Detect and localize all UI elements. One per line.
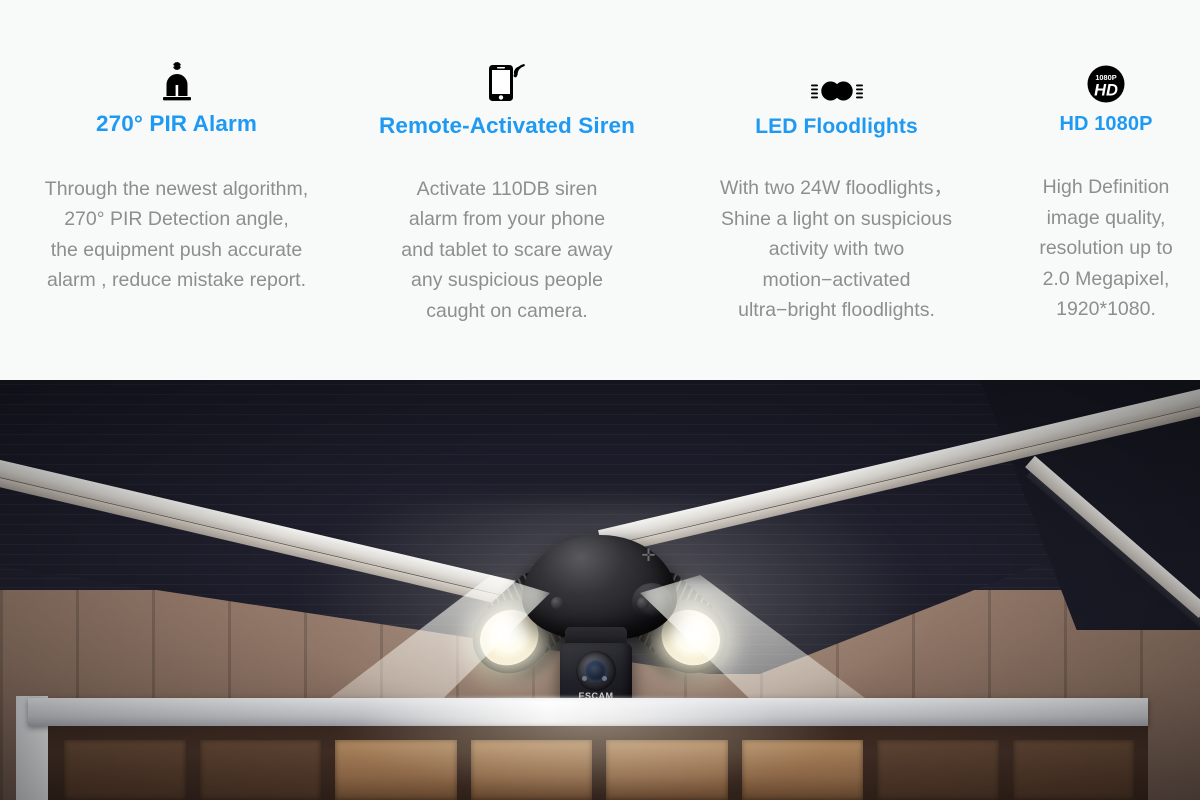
door-light-spill: [330, 710, 850, 800]
feature-title: 270° PIR Alarm: [96, 111, 257, 136]
feature-description: Through the newest algorithm, 270° PIR D…: [0, 174, 353, 296]
pivot-bolt-left: [551, 597, 563, 609]
door-pane: [199, 740, 321, 800]
feature-description: High Definition image quality, resolutio…: [1012, 172, 1200, 325]
feature-strip: 270° PIR Alarm Through the newest algori…: [0, 0, 1200, 380]
dual-floodlight-icon: [661, 55, 1012, 103]
feature-card-pir-alarm: 270° PIR Alarm Through the newest algori…: [0, 0, 353, 380]
feature-line: caught on camera.: [426, 299, 588, 322]
feature-line: activity with two: [768, 238, 905, 260]
ir-led: [602, 676, 607, 681]
pivot-bolt-right: [637, 597, 649, 609]
feature-line: the equipment push accurate: [50, 238, 303, 261]
feature-line: Shine a light on suspicious: [721, 207, 952, 230]
hd-1080p-badge-icon: 1080P HD: [1012, 55, 1200, 103]
ir-led: [582, 676, 587, 681]
door-pane: [1012, 740, 1134, 800]
feature-line: motion−activated: [762, 268, 911, 291]
siren-alarm-icon: [0, 55, 353, 103]
feature-title: LED Floodlights: [755, 115, 918, 138]
feature-line: any suspicious people: [411, 269, 603, 291]
feature-line: Through the newest algorithm,: [44, 177, 309, 200]
device-main-housing: ✛: [522, 535, 677, 640]
mount-screw-icon: ✛: [641, 546, 656, 565]
feature-line: High Definition: [1042, 176, 1170, 198]
feature-description: Activate 110DB siren alarm from your pho…: [353, 174, 661, 327]
feature-line: 270° PIR Detection angle,: [64, 208, 289, 230]
feature-description: With two 24W floodlights， Shine a light …: [661, 173, 1012, 326]
feature-card-hd-1080p: 1080P HD HD 1080P High Definition image …: [1012, 0, 1200, 380]
feature-line: alarm from your phone: [408, 208, 606, 230]
feature-card-remote-siren: Remote-Activated Siren Activate 110DB si…: [353, 0, 661, 380]
feature-line: ultra−bright floodlights.: [738, 299, 935, 321]
feature-line: resolution up to: [1039, 237, 1173, 259]
smartphone-signal-icon: [353, 55, 661, 103]
feature-line: 1920*1080.: [1056, 298, 1156, 320]
feature-line: image quality,: [1046, 206, 1166, 229]
feature-line: Activate 110DB siren: [416, 177, 598, 200]
product-photo: ✛ ESCAM: [0, 380, 1200, 800]
feature-title: HD 1080P: [1059, 113, 1153, 135]
svg-text:HD: HD: [1094, 82, 1118, 100]
feature-line: 2.0 Megapixel,: [1042, 267, 1170, 290]
product-feature-page: 270° PIR Alarm Through the newest algori…: [0, 0, 1200, 800]
feature-line: and tablet to scare away: [401, 238, 613, 261]
feature-title: Remote-Activated Siren: [378, 113, 636, 138]
feature-card-led-floodlights: LED Floodlights With two 24W floodlights…: [661, 0, 1012, 380]
feature-line: alarm , reduce mistake report.: [46, 269, 306, 291]
feature-line: With two 24W floodlights，: [719, 177, 953, 199]
door-pane: [64, 740, 186, 800]
camera-lens-ring: [576, 651, 616, 691]
door-pane: [877, 740, 999, 800]
